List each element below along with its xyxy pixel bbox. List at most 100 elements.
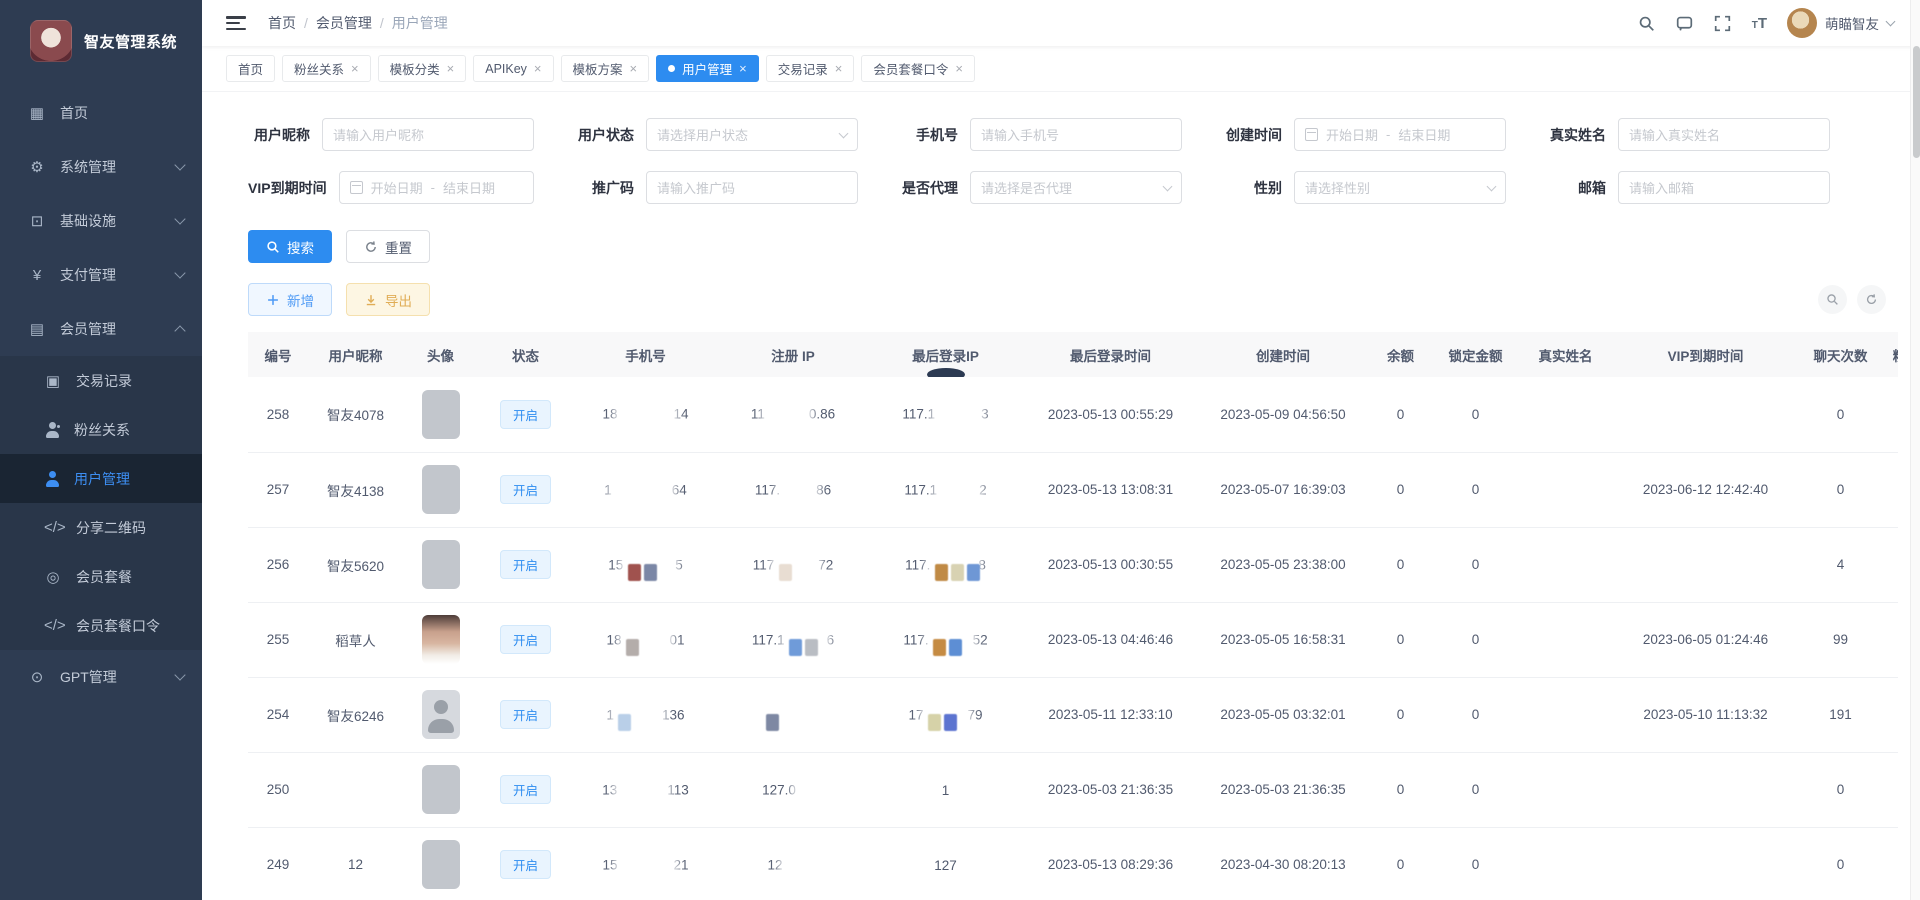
monitor-icon: ⊡ xyxy=(28,212,46,230)
cell-fans xyxy=(1883,452,1898,527)
sidebar-item-会员套餐口令[interactable]: </>会员套餐口令 xyxy=(0,601,202,650)
cell-status: 开启 xyxy=(478,602,573,677)
推广码-input[interactable]: 请输入推广码 xyxy=(646,171,858,204)
cell-nickname: 智友4078 xyxy=(308,377,403,452)
tab-用户管理[interactable]: 用户管理× xyxy=(656,55,759,82)
sidebar-item-支付管理[interactable]: ¥支付管理 xyxy=(0,248,202,302)
cell-created: 2023-04-30 08:20:13 xyxy=(1198,827,1368,900)
message-icon[interactable] xyxy=(1676,14,1694,32)
close-icon[interactable]: × xyxy=(955,62,963,75)
用户昵称-input[interactable]: 请输入用户昵称 xyxy=(322,118,534,151)
value-fragment: 117.1 xyxy=(902,407,935,422)
active-tab-dot xyxy=(668,65,675,72)
cell-login-ip: 117.13 xyxy=(868,377,1023,452)
cell-fans xyxy=(1883,677,1898,752)
field-label: 手机号 xyxy=(896,125,958,145)
user-table-wrap: 编号用户昵称头像状态手机号注册 IP最后登录IP最后登录时间创建时间余额锁定金额… xyxy=(248,332,1898,900)
font-size-icon[interactable]: TT xyxy=(1752,15,1767,32)
cell-last-login: 2023-05-13 00:55:29 xyxy=(1023,377,1198,452)
sidebar-item-会员管理[interactable]: ▤会员管理 xyxy=(0,302,202,356)
value-fragment: 117 xyxy=(753,557,775,572)
collapse-menu-icon[interactable] xyxy=(226,16,246,30)
reset-button[interactable]: 重置 xyxy=(346,230,430,263)
status-badge: 开启 xyxy=(500,700,551,729)
avatar xyxy=(422,390,460,439)
tab-模板方案[interactable]: 模板方案× xyxy=(561,55,650,82)
value-fragment: 117. xyxy=(903,632,928,647)
用户状态-select[interactable]: 请选择用户状态 xyxy=(646,118,858,151)
cell-vip-expire: 2023-06-12 12:42:40 xyxy=(1613,452,1798,527)
sidebar-item-会员套餐[interactable]: ◎会员套餐 xyxy=(0,552,202,601)
close-icon[interactable]: × xyxy=(447,62,455,75)
search-icon[interactable] xyxy=(1638,14,1656,32)
创建时间-daterange[interactable]: 开始日期-结束日期 xyxy=(1294,118,1506,151)
breadcrumb-home[interactable]: 首页 xyxy=(268,13,296,33)
export-button[interactable]: 导出 xyxy=(346,283,430,316)
table-row: 250开启13113127.012023-05-03 21:36:352023-… xyxy=(248,752,1898,827)
sidebar-item-基础设施[interactable]: ⊡基础设施 xyxy=(0,194,202,248)
VIP到期时间-daterange[interactable]: 开始日期-结束日期 xyxy=(339,171,534,204)
真实姓名-input[interactable]: 请输入真实姓名 xyxy=(1618,118,1830,151)
sidebar-item-首页[interactable]: ▦首页 xyxy=(0,86,202,140)
tab-粉丝关系[interactable]: 粉丝关系× xyxy=(282,55,371,82)
value-fragment: 21 xyxy=(674,857,689,872)
tab-交易记录[interactable]: 交易记录× xyxy=(766,55,855,82)
scrollbar-thumb[interactable] xyxy=(1913,46,1920,158)
breadcrumb: 首页 / 会员管理 / 用户管理 xyxy=(268,13,448,33)
close-icon[interactable]: × xyxy=(351,62,359,75)
status-badge: 开启 xyxy=(500,550,551,579)
value-fragment: 72 xyxy=(818,557,833,572)
censor-blur xyxy=(777,552,815,578)
censor-blur xyxy=(783,477,813,503)
col-header-聊天次数: 聊天次数 xyxy=(1798,332,1883,377)
cell-chats: 191 xyxy=(1798,677,1883,752)
cell-chats: 4 xyxy=(1798,527,1883,602)
sidebar-item-系统管理[interactable]: ⚙系统管理 xyxy=(0,140,202,194)
cell-phone: 1801 xyxy=(573,602,718,677)
censor-chip xyxy=(949,639,962,656)
sidebar-item-交易记录[interactable]: ▣交易记录 xyxy=(0,356,202,405)
close-icon[interactable]: × xyxy=(630,62,638,75)
sidebar-item-分享二维码[interactable]: </>分享二维码 xyxy=(0,503,202,552)
chevron-down-icon xyxy=(839,128,849,138)
users-icon xyxy=(44,422,60,438)
sidebar-item-用户管理[interactable]: 用户管理 xyxy=(0,454,202,503)
window-scrollbar[interactable] xyxy=(1910,0,1920,900)
cell-real-name xyxy=(1518,377,1613,452)
field-label: VIP到期时间 xyxy=(248,178,327,198)
cell-phone: 13113 xyxy=(573,752,718,827)
add-button[interactable]: 新增 xyxy=(248,283,332,316)
app-title: 智友管理系统 xyxy=(84,31,177,52)
value-fragment: 52 xyxy=(973,632,988,647)
close-icon[interactable]: × xyxy=(739,62,747,75)
search-button[interactable]: 搜索 xyxy=(248,230,332,263)
user-menu[interactable]: 萌瞄智友 xyxy=(1787,8,1894,38)
gear-icon: ⚙ xyxy=(28,158,46,176)
是否代理-select[interactable]: 请选择是否代理 xyxy=(970,171,1182,204)
table-search-icon[interactable] xyxy=(1818,285,1847,314)
tab-模板分类[interactable]: 模板分类× xyxy=(378,55,467,82)
cell-nickname: 智友4138 xyxy=(308,452,403,527)
cell-id: 257 xyxy=(248,452,308,527)
close-icon[interactable]: × xyxy=(835,62,843,75)
sidebar-item-粉丝关系[interactable]: 粉丝关系 xyxy=(0,405,202,454)
value-fragment: 18 xyxy=(602,407,617,422)
value-fragment: 15 xyxy=(602,857,617,872)
tab-会员套餐口令[interactable]: 会员套餐口令× xyxy=(861,55,975,82)
cell-avatar xyxy=(403,752,478,827)
cell-locked: 0 xyxy=(1433,752,1518,827)
breadcrumb-member[interactable]: 会员管理 xyxy=(316,13,372,33)
chevron-down-icon xyxy=(1487,181,1497,191)
cell-phone: 1521 xyxy=(573,827,718,900)
fullscreen-icon[interactable] xyxy=(1714,14,1732,32)
tab-APIKey[interactable]: APIKey× xyxy=(473,55,553,82)
tab-首页[interactable]: 首页 xyxy=(226,55,275,82)
table-refresh-icon[interactable] xyxy=(1857,285,1886,314)
cell-phone: 1136 xyxy=(573,677,718,752)
邮箱-input[interactable]: 请输入邮箱 xyxy=(1618,171,1830,204)
placeholder-text: 请选择性别 xyxy=(1305,178,1370,197)
close-icon[interactable]: × xyxy=(534,62,542,75)
手机号-input[interactable]: 请输入手机号 xyxy=(970,118,1182,151)
性别-select[interactable]: 请选择性别 xyxy=(1294,171,1506,204)
sidebar-item-GPT管理[interactable]: ⊙GPT管理 xyxy=(0,650,202,704)
